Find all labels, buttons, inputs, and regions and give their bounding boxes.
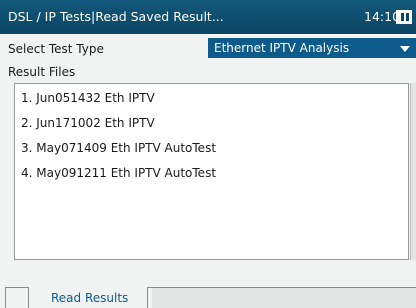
list-item[interactable]: 4. May091211 Eth IPTV AutoTest bbox=[21, 166, 216, 180]
result-files-list[interactable]: 1. Jun051432 Eth IPTV 2. Jun171002 Eth I… bbox=[14, 83, 409, 260]
battery-bar bbox=[401, 13, 404, 21]
list-item[interactable]: 3. May071409 Eth IPTV AutoTest bbox=[21, 141, 216, 155]
list-item[interactable]: 2. Jun171002 Eth IPTV bbox=[21, 116, 155, 130]
test-type-value: Ethernet IPTV Analysis bbox=[214, 41, 350, 55]
test-type-dropdown[interactable]: Ethernet IPTV Analysis bbox=[208, 38, 416, 58]
window-title: DSL / IP Tests|Read Saved Result... bbox=[8, 9, 224, 24]
tab-read-results-label: Read Results bbox=[51, 291, 129, 305]
clock-time: 14:10 bbox=[364, 9, 401, 24]
tab-strip-filler bbox=[152, 288, 416, 308]
result-files-label: Result Files bbox=[8, 65, 76, 79]
list-scrollbar[interactable] bbox=[410, 83, 416, 260]
battery-icon bbox=[396, 10, 412, 24]
title-bar: DSL / IP Tests|Read Saved Result... 14:1… bbox=[0, 0, 416, 34]
list-item[interactable]: 1. Jun051432 Eth IPTV bbox=[21, 91, 155, 105]
chevron-down-icon bbox=[400, 46, 410, 52]
battery-bar bbox=[406, 13, 409, 21]
tab-read-results[interactable]: Read Results bbox=[28, 287, 148, 308]
select-test-type-label: Select Test Type bbox=[8, 42, 104, 56]
tab-edge bbox=[0, 287, 6, 308]
